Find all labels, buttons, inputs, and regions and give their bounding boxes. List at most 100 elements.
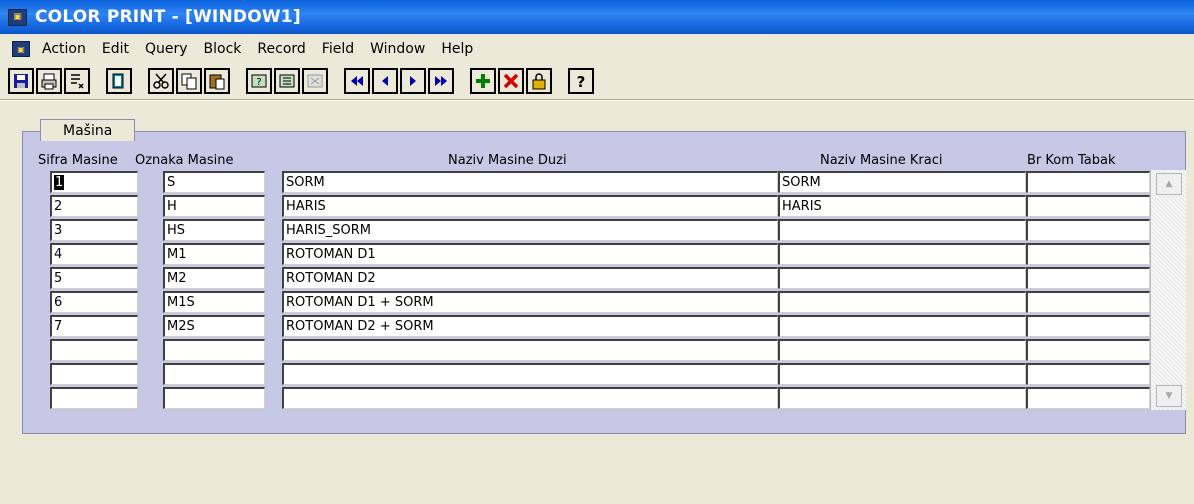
table-cell[interactable]: SORM	[282, 171, 778, 193]
help-icon: ?	[577, 73, 586, 90]
table-cell[interactable]	[778, 363, 1026, 385]
table-cell[interactable]: S	[163, 171, 265, 193]
insert-record-icon	[476, 74, 490, 88]
table-cell[interactable]	[163, 339, 265, 361]
table-cell[interactable]	[1026, 339, 1150, 361]
menu-edit[interactable]: Edit	[94, 41, 137, 57]
menu-record[interactable]: Record	[249, 41, 313, 57]
table-cell[interactable]	[1026, 171, 1150, 193]
exit-icon	[112, 73, 124, 89]
column-header: Naziv Masine Kraci	[820, 153, 943, 168]
table-cell[interactable]: ROTOMAN D1	[282, 243, 778, 265]
app-icon[interactable]: ▣	[8, 8, 27, 26]
first-record-icon	[351, 76, 363, 86]
help-button[interactable]: ?	[568, 68, 594, 94]
table-cell[interactable]: ROTOMAN D1 + SORM	[282, 291, 778, 313]
table-cell[interactable]: 5	[50, 267, 138, 289]
table-cell[interactable]: HARIS	[778, 195, 1026, 217]
execute-query-icon	[279, 74, 295, 88]
menu-block[interactable]: Block	[196, 41, 250, 57]
text-cursor: 1	[54, 175, 65, 190]
table-cell[interactable]	[50, 363, 138, 385]
insert-record-button[interactable]	[470, 68, 496, 94]
table-cell[interactable]	[778, 267, 1026, 289]
cut-button[interactable]	[148, 68, 174, 94]
clear-form-button[interactable]	[64, 68, 90, 94]
table-cell[interactable]: M2S	[163, 315, 265, 337]
table-cell[interactable]	[778, 339, 1026, 361]
last-record-button[interactable]	[428, 68, 454, 94]
table-cell[interactable]	[1026, 315, 1150, 337]
table-cell[interactable]: 1	[50, 171, 138, 193]
table-cell[interactable]: M1S	[163, 291, 265, 313]
paste-button[interactable]	[204, 68, 230, 94]
menu-bar: ▣ Action Edit Query Block Record Field Window H…	[0, 37, 1194, 61]
column-header: Sifra Masine	[38, 153, 118, 168]
table-cell[interactable]: M2	[163, 267, 265, 289]
toolbar: ??	[8, 66, 596, 96]
scroll-down-button[interactable]: ▼	[1156, 385, 1182, 407]
enter-query-button[interactable]: ?	[246, 68, 272, 94]
previous-record-button[interactable]	[372, 68, 398, 94]
table-cell[interactable]	[778, 243, 1026, 265]
title-bar: ▣ COLOR PRINT - [WINDOW1]	[0, 0, 1194, 34]
table-cell[interactable]: H	[163, 195, 265, 217]
table-cell[interactable]	[163, 363, 265, 385]
print-button[interactable]	[36, 68, 62, 94]
cut-icon	[153, 73, 169, 89]
table-cell[interactable]: ROTOMAN D2	[282, 267, 778, 289]
table-cell[interactable]	[163, 387, 265, 409]
table-cell[interactable]: HARIS_SORM	[282, 219, 778, 241]
menu-window[interactable]: Window	[362, 41, 433, 57]
exit-button[interactable]	[106, 68, 132, 94]
table-cell[interactable]	[50, 387, 138, 409]
table-cell[interactable]: ROTOMAN D2 + SORM	[282, 315, 778, 337]
table-cell[interactable]	[282, 387, 778, 409]
menu-help[interactable]: Help	[433, 41, 481, 57]
table-cell[interactable]	[50, 339, 138, 361]
column-header: Br Kom Tabak	[1027, 153, 1116, 168]
menu-action[interactable]: Action	[34, 41, 94, 57]
menu-query[interactable]: Query	[137, 41, 196, 57]
table-cell[interactable]: M1	[163, 243, 265, 265]
table-cell[interactable]	[1026, 243, 1150, 265]
save-button[interactable]	[8, 68, 34, 94]
table-cell[interactable]	[1026, 195, 1150, 217]
svg-text:?: ?	[256, 77, 261, 88]
toolbar-separator	[0, 99, 1194, 101]
table-cell[interactable]	[1026, 387, 1150, 409]
scroll-up-button[interactable]: ▲	[1156, 173, 1182, 195]
first-record-button[interactable]	[344, 68, 370, 94]
table-cell[interactable]: HARIS	[282, 195, 778, 217]
next-record-icon	[410, 76, 416, 86]
frame-label: Mašina	[40, 119, 136, 141]
window-menu-icon[interactable]: ▣	[12, 41, 30, 57]
table-cell[interactable]: 2	[50, 195, 138, 217]
table-cell[interactable]	[1026, 267, 1150, 289]
table-cell[interactable]: 3	[50, 219, 138, 241]
save-icon	[14, 74, 28, 88]
table-cell[interactable]	[282, 339, 778, 361]
lock-record-button[interactable]	[526, 68, 552, 94]
menu-field[interactable]: Field	[314, 41, 362, 57]
table-cell[interactable]: SORM	[778, 171, 1026, 193]
execute-query-button[interactable]	[274, 68, 300, 94]
table-cell[interactable]: HS	[163, 219, 265, 241]
table-cell[interactable]	[1026, 219, 1150, 241]
cancel-query-button[interactable]	[302, 68, 328, 94]
table-cell[interactable]	[778, 315, 1026, 337]
table-cell[interactable]: 7	[50, 315, 138, 337]
copy-button[interactable]	[176, 68, 202, 94]
table-cell[interactable]	[778, 291, 1026, 313]
table-cell[interactable]	[1026, 363, 1150, 385]
table-cell[interactable]	[778, 219, 1026, 241]
vertical-scrollbar[interactable]: ▲ ▼	[1150, 170, 1186, 410]
next-record-button[interactable]	[400, 68, 426, 94]
delete-record-button[interactable]	[498, 68, 524, 94]
table-cell[interactable]: 6	[50, 291, 138, 313]
table-cell[interactable]	[778, 387, 1026, 409]
svg-text:?: ?	[577, 73, 586, 90]
table-cell[interactable]	[1026, 291, 1150, 313]
table-cell[interactable]	[282, 363, 778, 385]
table-cell[interactable]: 4	[50, 243, 138, 265]
